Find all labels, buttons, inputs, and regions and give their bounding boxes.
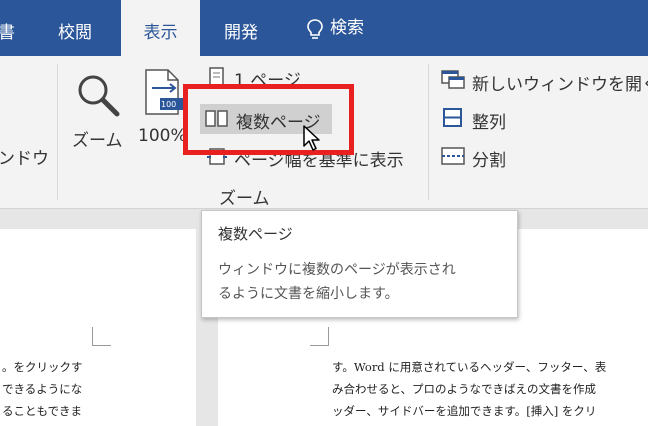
arrange-all-button[interactable]: 整列 <box>438 106 538 133</box>
doc-text-line: できるようにな <box>2 382 83 396</box>
arrange-all-icon <box>443 108 462 127</box>
doc-text-line: す。Word に用意されているヘッダー、フッター、表 <box>332 360 607 374</box>
group-divider <box>428 64 429 200</box>
zoom-group-label: ズーム <box>219 189 270 209</box>
document-page-left[interactable]: 。をクリックす できるようにな ることもできま <box>0 229 196 426</box>
zoom-button-label: ズーム <box>72 131 123 151</box>
split-icon <box>441 147 465 165</box>
zoom-100-label: 100% <box>138 126 187 146</box>
doc-text-line: 。をクリックす <box>2 360 83 374</box>
tab-view[interactable]: 表示 <box>121 0 200 56</box>
tab-references-partial[interactable]: 書 <box>0 0 28 56</box>
margin-corner-mark <box>310 327 329 346</box>
new-window-label: 新しいウィンドウを開く <box>472 75 648 95</box>
split-button[interactable]: 分割 <box>438 144 538 171</box>
page-100-icon-text: 100 <box>161 100 177 109</box>
search-label: 検索 <box>330 18 364 38</box>
tooltip-title: 複数ページ <box>218 225 293 243</box>
zoom-button[interactable]: ズーム <box>66 66 134 156</box>
margin-corner-mark <box>92 327 111 346</box>
new-window-button[interactable]: 新しいウィンドウを開く <box>438 68 648 95</box>
tab-review[interactable]: 校閲 <box>58 0 92 56</box>
tab-tell-me-search[interactable]: 検索 <box>306 0 364 56</box>
window-group-partial-label: ンドウ <box>0 149 49 169</box>
group-divider <box>57 64 58 200</box>
new-window-icon <box>441 70 465 89</box>
doc-text-line: ることもできま <box>2 404 83 418</box>
ribbon-tab-bar: 書 校閲 表示 開発 検索 <box>0 0 648 56</box>
lightbulb-icon <box>307 19 323 39</box>
tooltip-description-line2: るように文書を縮小します。 <box>218 286 399 302</box>
split-label: 分割 <box>472 151 506 171</box>
doc-text-line: み合わせると、プロのようなできばえの文書を作成 <box>332 382 597 396</box>
arrange-all-label: 整列 <box>472 113 506 133</box>
mouse-cursor-icon <box>303 125 320 151</box>
annotation-highlight-box <box>183 84 354 155</box>
tooltip-multiple-pages: 複数ページ ウィンドウに複数のページが表示され るように文書を縮小します。 <box>201 210 518 318</box>
tab-developer[interactable]: 開発 <box>224 0 258 56</box>
magnifier-icon <box>78 75 120 117</box>
doc-text-line: ッダー、サイドバーを追加できます。[挿入] をクリ <box>332 404 597 418</box>
tooltip-description-line1: ウィンドウに複数のページが表示され <box>218 262 456 278</box>
page-100-icon <box>145 69 184 115</box>
